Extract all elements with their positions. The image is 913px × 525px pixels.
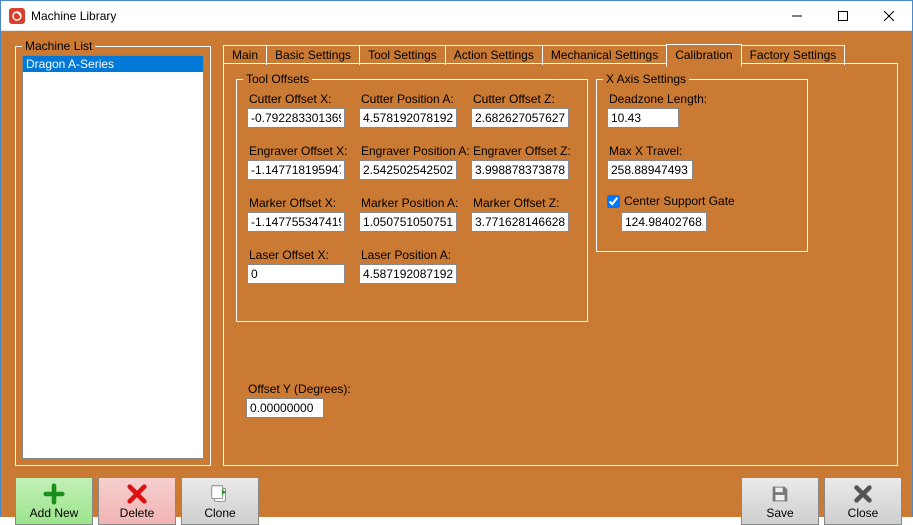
marker-offset-z-label: Marker Offset Z: bbox=[473, 196, 559, 210]
clone-button-label: Clone bbox=[204, 506, 235, 520]
close-icon bbox=[852, 483, 874, 505]
tab-factory-settings[interactable]: Factory Settings bbox=[741, 45, 846, 65]
engraver-offset-x-input[interactable] bbox=[247, 160, 345, 180]
tool-offsets-legend: Tool Offsets bbox=[243, 72, 312, 86]
cutter-offset-z-label: Cutter Offset Z: bbox=[473, 92, 555, 106]
machine-list-item[interactable]: Dragon A-Series bbox=[23, 56, 203, 72]
x-axis-settings-legend: X Axis Settings bbox=[603, 72, 689, 86]
tab-basic-settings[interactable]: Basic Settings bbox=[266, 45, 360, 65]
engraver-offset-z-label: Engraver Offset Z: bbox=[473, 144, 571, 158]
x-icon bbox=[126, 483, 148, 505]
cutter-offset-x-label: Cutter Offset X: bbox=[249, 92, 331, 106]
offset-y-input[interactable] bbox=[246, 398, 324, 418]
marker-position-a-label: Marker Position A: bbox=[361, 196, 458, 210]
tab-main[interactable]: Main bbox=[223, 45, 267, 65]
laser-offset-x-input[interactable] bbox=[247, 264, 345, 284]
client-area: Machine List Dragon A-Series Main Basic … bbox=[1, 31, 912, 517]
machine-list[interactable]: Dragon A-Series bbox=[22, 55, 204, 459]
clone-icon bbox=[209, 483, 231, 505]
engraver-offset-z-input[interactable] bbox=[471, 160, 569, 180]
title-bar: Machine Library bbox=[1, 1, 912, 31]
tab-panel-calibration: Tool Offsets Cutter Offset X: Cutter Pos… bbox=[223, 63, 898, 466]
delete-button-label: Delete bbox=[120, 506, 155, 520]
maximize-button[interactable] bbox=[820, 1, 866, 31]
center-support-gate-check-input[interactable] bbox=[607, 195, 620, 208]
laser-offset-x-label: Laser Offset X: bbox=[249, 248, 329, 262]
close-window-button[interactable] bbox=[866, 1, 912, 31]
marker-offset-x-label: Marker Offset X: bbox=[249, 196, 336, 210]
minimize-button[interactable] bbox=[774, 1, 820, 31]
save-icon bbox=[769, 483, 791, 505]
app-icon bbox=[9, 8, 25, 24]
engraver-position-a-label: Engraver Position A: bbox=[361, 144, 470, 158]
center-support-gate-input[interactable] bbox=[621, 212, 707, 232]
center-support-gate-checkbox[interactable]: Center Support Gate bbox=[607, 194, 735, 208]
save-button[interactable]: Save bbox=[741, 477, 819, 525]
x-axis-settings-group: X Axis Settings Deadzone Length: Max X T… bbox=[596, 72, 808, 252]
tab-calibration[interactable]: Calibration bbox=[666, 44, 741, 67]
cutter-offset-z-input[interactable] bbox=[471, 108, 569, 128]
machine-list-group: Machine List Dragon A-Series bbox=[15, 39, 211, 466]
marker-position-a-input[interactable] bbox=[359, 212, 457, 232]
close-button-label: Close bbox=[848, 506, 879, 520]
max-x-travel-input[interactable] bbox=[607, 160, 693, 180]
engraver-position-a-input[interactable] bbox=[359, 160, 457, 180]
laser-position-a-input[interactable] bbox=[359, 264, 457, 284]
close-button[interactable]: Close bbox=[824, 477, 902, 525]
plus-icon bbox=[43, 483, 65, 505]
tool-offsets-group: Tool Offsets Cutter Offset X: Cutter Pos… bbox=[236, 72, 588, 322]
save-button-label: Save bbox=[766, 506, 793, 520]
marker-offset-x-input[interactable] bbox=[247, 212, 345, 232]
add-new-button-label: Add New bbox=[30, 506, 79, 520]
laser-position-a-label: Laser Position A: bbox=[361, 248, 451, 262]
window-title: Machine Library bbox=[31, 9, 116, 23]
deadzone-length-input[interactable] bbox=[607, 108, 679, 128]
cutter-position-a-input[interactable] bbox=[359, 108, 457, 128]
cutter-offset-x-input[interactable] bbox=[247, 108, 345, 128]
deadzone-length-label: Deadzone Length: bbox=[609, 92, 707, 106]
tab-tool-settings[interactable]: Tool Settings bbox=[359, 45, 446, 65]
tab-action-settings[interactable]: Action Settings bbox=[445, 45, 543, 65]
tab-strip: Main Basic Settings Tool Settings Action… bbox=[223, 43, 844, 65]
marker-offset-z-input[interactable] bbox=[471, 212, 569, 232]
engraver-offset-x-label: Engraver Offset X: bbox=[249, 144, 348, 158]
cutter-position-a-label: Cutter Position A: bbox=[361, 92, 454, 106]
clone-button[interactable]: Clone bbox=[181, 477, 259, 525]
machine-list-legend: Machine List bbox=[22, 39, 95, 53]
delete-button[interactable]: Delete bbox=[98, 477, 176, 525]
center-support-gate-label: Center Support Gate bbox=[624, 194, 735, 208]
max-x-travel-label: Max X Travel: bbox=[609, 144, 682, 158]
offset-y-label: Offset Y (Degrees): bbox=[248, 382, 351, 396]
add-new-button[interactable]: Add New bbox=[15, 477, 93, 525]
tab-mechanical-settings[interactable]: Mechanical Settings bbox=[542, 45, 667, 65]
